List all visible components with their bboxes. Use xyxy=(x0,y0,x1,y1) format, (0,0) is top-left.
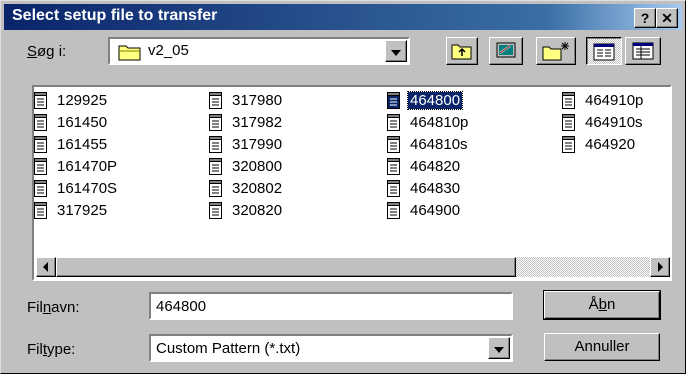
list-view-icon xyxy=(593,43,615,61)
file-name: 464810p xyxy=(410,113,469,131)
file-item[interactable]: 317990 xyxy=(209,133,284,155)
look-in-combo[interactable]: v2_05 xyxy=(108,37,410,65)
text-file-icon xyxy=(34,135,47,153)
up-one-level-button[interactable] xyxy=(446,37,478,65)
file-name: 161455 xyxy=(57,135,108,153)
file-name: 320802 xyxy=(232,179,283,197)
file-name: 317925 xyxy=(57,201,108,219)
scrollbar-thumb[interactable] xyxy=(56,257,516,277)
look-in-value: v2_05 xyxy=(148,42,189,59)
file-name: 129925 xyxy=(57,91,108,109)
scroll-right-button[interactable] xyxy=(650,257,670,277)
file-name: 317990 xyxy=(232,135,283,153)
file-name-label: Filnavn: xyxy=(27,299,80,316)
text-file-icon xyxy=(209,91,222,109)
select-setup-file-dialog: Select setup file to transfer ? ✕ Søg i:… xyxy=(0,0,686,374)
folder-icon xyxy=(118,45,141,61)
text-file-icon xyxy=(209,135,222,153)
look-in-label: Søg i: xyxy=(27,43,67,60)
file-item[interactable]: 464910s xyxy=(562,111,645,133)
file-item[interactable]: 161470P xyxy=(34,155,119,177)
text-file-icon xyxy=(34,113,47,131)
details-view-icon xyxy=(632,42,654,60)
file-type-select[interactable]: Custom Pattern (*.txt) xyxy=(149,334,513,362)
text-file-icon xyxy=(387,179,400,197)
file-name: 161450 xyxy=(57,113,108,131)
file-name: 317982 xyxy=(232,113,283,131)
file-name: 320820 xyxy=(232,201,283,219)
details-view-button[interactable] xyxy=(625,37,661,65)
scroll-left-button[interactable] xyxy=(36,257,56,277)
text-file-icon xyxy=(34,157,47,175)
file-name: 464910s xyxy=(585,113,643,131)
file-name: 161470P xyxy=(57,157,118,175)
file-item[interactable]: 317925 xyxy=(34,199,109,221)
file-item[interactable]: 161455 xyxy=(34,133,109,155)
up-folder-icon xyxy=(451,44,472,60)
text-file-icon xyxy=(387,91,400,109)
arrow-right-icon xyxy=(658,262,663,272)
text-file-icon xyxy=(209,201,222,219)
text-file-icon xyxy=(209,179,222,197)
file-name: 464830 xyxy=(410,179,461,197)
file-list: 129925 161450 161455 161470P 161470S 317925 31… xyxy=(34,87,670,279)
look-in-dropdown-arrow[interactable] xyxy=(385,40,407,62)
file-name: 464820 xyxy=(410,157,461,175)
cancel-button[interactable]: Annuller xyxy=(544,333,660,361)
file-item[interactable]: 320820 xyxy=(209,199,284,221)
text-file-icon xyxy=(387,201,400,219)
file-name: 320800 xyxy=(232,157,283,175)
file-name: 464900 xyxy=(410,201,461,219)
file-type-value: Custom Pattern (*.txt) xyxy=(156,340,301,357)
text-file-icon xyxy=(34,179,47,197)
help-button[interactable]: ? xyxy=(634,8,656,28)
list-view-button[interactable] xyxy=(586,37,622,65)
file-item[interactable]: 464810p xyxy=(387,111,470,133)
new-folder-icon xyxy=(542,42,569,61)
file-item[interactable]: 464920 xyxy=(562,133,637,155)
text-file-icon xyxy=(34,91,47,109)
file-item[interactable]: 317980 xyxy=(209,89,284,111)
dialog-title: Select setup file to transfer xyxy=(12,7,218,24)
file-name: 464910p xyxy=(585,91,644,109)
file-item[interactable]: 464810s xyxy=(387,133,470,155)
text-file-icon xyxy=(562,91,575,109)
file-name: 464810s xyxy=(410,135,468,153)
arrow-left-icon xyxy=(43,262,48,272)
file-name-input[interactable]: 464800 xyxy=(149,292,513,320)
text-file-icon xyxy=(387,113,400,131)
file-item[interactable]: 464910p xyxy=(562,89,645,111)
file-item[interactable]: 464820 xyxy=(387,155,462,177)
file-name: 464800 xyxy=(406,90,464,110)
text-file-icon xyxy=(387,157,400,175)
new-folder-button[interactable] xyxy=(536,37,576,65)
file-item[interactable]: 317982 xyxy=(209,111,284,133)
file-name-value: 464800 xyxy=(156,298,207,315)
text-file-icon xyxy=(34,201,47,219)
title-bar[interactable]: Select setup file to transfer ? ✕ xyxy=(4,4,682,30)
file-item[interactable]: 464830 xyxy=(387,177,462,199)
file-item[interactable]: 320800 xyxy=(209,155,284,177)
file-name: 464920 xyxy=(585,135,636,153)
desktop-button[interactable] xyxy=(489,37,523,65)
close-button[interactable]: ✕ xyxy=(656,8,678,28)
file-item[interactable]: 161470S xyxy=(34,177,119,199)
text-file-icon xyxy=(209,157,222,175)
desktop-icon xyxy=(496,42,516,58)
file-item[interactable]: 161450 xyxy=(34,111,109,133)
text-file-icon xyxy=(209,113,222,131)
horizontal-scrollbar[interactable] xyxy=(36,257,670,277)
file-item[interactable]: 320802 xyxy=(209,177,284,199)
file-name: 317980 xyxy=(232,91,283,109)
file-item[interactable]: 464900 xyxy=(387,199,462,221)
file-type-label: Filtype: xyxy=(27,341,76,358)
file-item[interactable]: 129925 xyxy=(34,89,109,111)
open-button[interactable]: Åbn xyxy=(543,290,661,320)
file-name: 161470S xyxy=(57,179,118,197)
text-file-icon xyxy=(562,113,575,131)
text-file-icon xyxy=(562,135,575,153)
text-file-icon xyxy=(387,135,400,153)
file-item[interactable]: 464800 xyxy=(387,89,464,111)
file-type-dropdown-arrow[interactable] xyxy=(488,337,510,359)
